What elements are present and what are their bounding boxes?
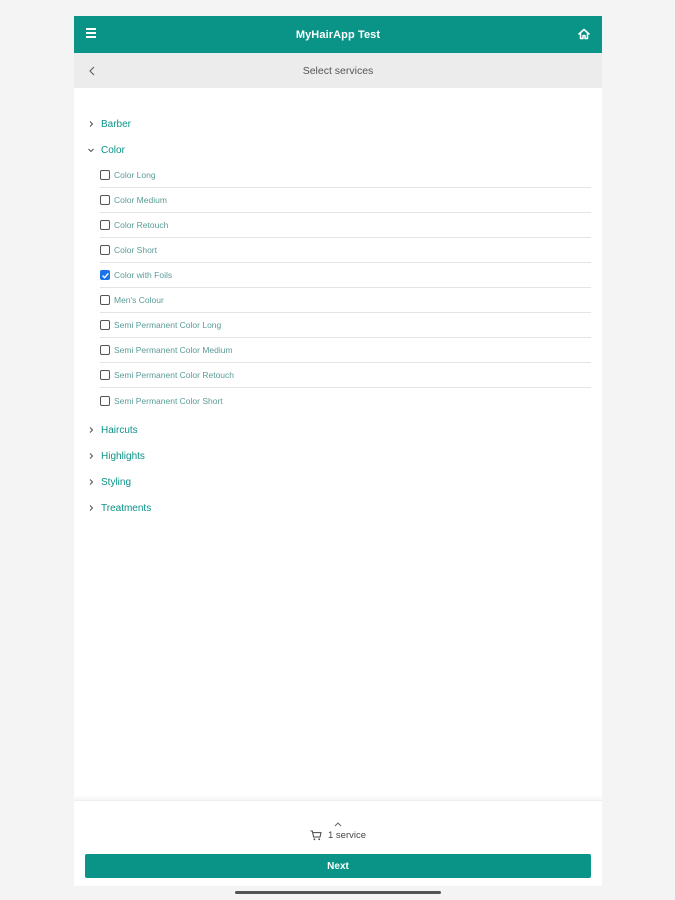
category-label: Highlights bbox=[101, 450, 145, 462]
service-checkbox[interactable] bbox=[100, 195, 110, 205]
category-label: Barber bbox=[101, 118, 132, 130]
next-button[interactable]: Next bbox=[85, 854, 591, 878]
category-color[interactable]: Color bbox=[74, 137, 602, 163]
app-title: MyHairApp Test bbox=[295, 28, 381, 41]
home-icon[interactable] bbox=[577, 27, 591, 41]
chevron-left-icon[interactable] bbox=[87, 64, 97, 78]
category-label: Styling bbox=[101, 476, 132, 488]
service-checkbox[interactable] bbox=[100, 295, 110, 305]
category-label: Haircuts bbox=[101, 424, 138, 436]
home-indicator-bar[interactable] bbox=[235, 891, 441, 894]
category-barber[interactable]: Barber bbox=[74, 111, 602, 137]
page-header: Select services bbox=[74, 53, 602, 88]
service-label: Color Medium bbox=[114, 195, 167, 205]
chevron-down-icon bbox=[88, 148, 94, 153]
service-label: Semi Permanent Color Medium bbox=[114, 345, 233, 355]
category-label: Treatments bbox=[101, 502, 152, 514]
app-window: MyHairApp Test Select services Barber Co… bbox=[74, 16, 602, 886]
service-label: Men's Colour bbox=[114, 295, 164, 305]
service-checkbox[interactable] bbox=[100, 170, 110, 180]
category-highlights[interactable]: Highlights bbox=[74, 443, 602, 469]
category-styling[interactable]: Styling bbox=[74, 469, 602, 495]
category-haircuts[interactable]: Haircuts bbox=[74, 417, 602, 443]
service-checkbox-checked[interactable] bbox=[100, 270, 110, 280]
service-label: Color Long bbox=[114, 170, 156, 180]
service-label: Semi Permanent Color Short bbox=[114, 395, 223, 406]
chevron-right-icon bbox=[89, 121, 94, 127]
service-label: Color with Foils bbox=[114, 270, 173, 280]
service-item[interactable]: Color Long bbox=[100, 163, 591, 188]
service-checkbox[interactable] bbox=[100, 345, 110, 355]
cart-icon bbox=[310, 830, 322, 840]
service-checkbox[interactable] bbox=[100, 320, 110, 330]
category-treatments[interactable]: Treatments bbox=[74, 495, 602, 521]
chevron-right-icon bbox=[89, 453, 94, 459]
service-item[interactable]: Color Short bbox=[100, 238, 591, 263]
service-label: Color Short bbox=[114, 245, 157, 255]
page-title: Select services bbox=[302, 64, 374, 77]
cart-count-label: 1 service bbox=[327, 829, 366, 841]
chevron-up-icon[interactable] bbox=[333, 815, 343, 827]
service-checkbox[interactable] bbox=[100, 245, 110, 255]
chevron-right-icon bbox=[89, 479, 94, 485]
chevron-right-icon bbox=[89, 427, 94, 433]
service-categories: Barber Color Color Long Color Medium Col… bbox=[74, 111, 602, 521]
hamburger-menu-icon[interactable] bbox=[86, 28, 97, 40]
category-label: Color bbox=[101, 144, 125, 156]
checkmark-icon bbox=[102, 272, 109, 279]
service-item[interactable]: Color Medium bbox=[100, 188, 591, 213]
service-item[interactable]: Semi Permanent Color Long bbox=[100, 313, 591, 338]
top-app-bar: MyHairApp Test bbox=[74, 16, 602, 53]
service-item[interactable]: Semi Permanent Color Short bbox=[100, 388, 591, 413]
service-label: Semi Permanent Color Retouch bbox=[114, 370, 235, 380]
service-checkbox[interactable] bbox=[100, 395, 110, 406]
service-checkbox[interactable] bbox=[100, 370, 110, 380]
service-item[interactable]: Men's Colour bbox=[100, 288, 591, 313]
chevron-right-icon bbox=[89, 505, 94, 511]
service-list-color: Color Long Color Medium Color Retouch Co… bbox=[100, 163, 591, 413]
collapsed-categories: Haircuts Highlights Styling Treatments bbox=[74, 417, 602, 521]
service-item[interactable]: Semi Permanent Color Medium bbox=[100, 338, 591, 363]
service-label: Semi Permanent Color Long bbox=[114, 320, 222, 330]
cart-footer: 1 service Next bbox=[74, 800, 602, 886]
service-checkbox[interactable] bbox=[100, 220, 110, 230]
service-item[interactable]: Color with Foils bbox=[100, 263, 591, 288]
service-label: Color Retouch bbox=[114, 220, 169, 230]
cart-summary[interactable]: 1 service bbox=[74, 828, 602, 842]
service-item[interactable]: Semi Permanent Color Retouch bbox=[100, 363, 591, 388]
service-item[interactable]: Color Retouch bbox=[100, 213, 591, 238]
